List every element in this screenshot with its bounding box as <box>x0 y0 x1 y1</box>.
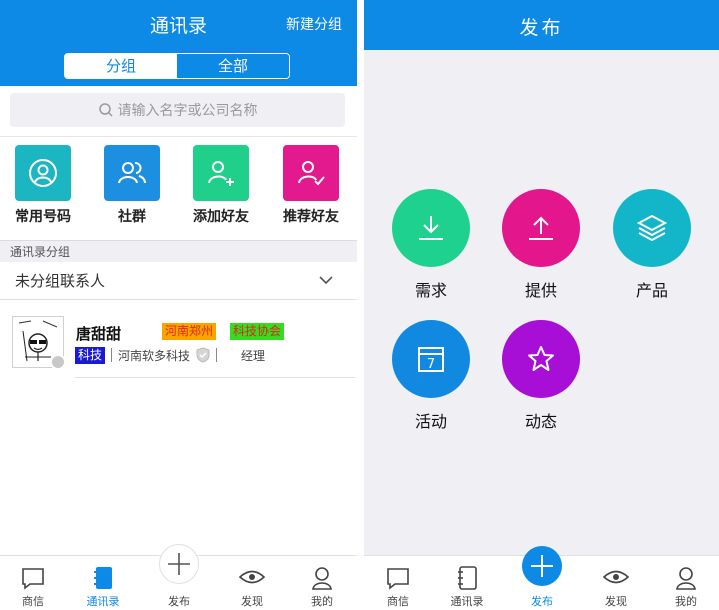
chevron-down-icon <box>319 276 333 285</box>
calendar-day: 7 <box>427 357 435 372</box>
contacts-book-icon <box>458 566 477 590</box>
tab-discover[interactable]: 发现 <box>586 556 646 610</box>
quick-action-label: 添加好友 <box>193 209 249 225</box>
layers-icon <box>613 189 691 267</box>
divider <box>111 348 112 362</box>
tab-label: 我的 <box>675 595 697 608</box>
contacts-header: 通讯录 新建分组 分组 全部 <box>0 0 357 86</box>
tab-label: 通讯录 <box>450 595 484 608</box>
contacts-screen: 通讯录 新建分组 分组 全部 请输入名字或公司名称 常用号码 社群 添加好友 推… <box>0 0 357 610</box>
plus-icon <box>522 546 562 586</box>
publish-product-button[interactable]: 产品 <box>612 189 692 301</box>
quick-action-recommend-friend[interactable]: 推荐好友 <box>271 145 351 226</box>
tab-messages[interactable]: 商信 <box>368 556 428 610</box>
message-icon <box>387 568 409 590</box>
tab-all[interactable]: 全部 <box>177 54 289 78</box>
shield-icon <box>196 347 210 363</box>
tab-publish[interactable]: 发布 <box>149 544 209 610</box>
tab-me[interactable]: 我的 <box>656 556 716 610</box>
tab-label: 发布 <box>168 595 190 608</box>
tab-me[interactable]: 我的 <box>292 556 352 610</box>
search-bar: 请输入名字或公司名称 <box>0 86 357 136</box>
search-input[interactable]: 请输入名字或公司名称 <box>10 93 345 127</box>
calendar-icon: 7 <box>392 320 470 398</box>
quick-action-community[interactable]: 社群 <box>92 145 172 226</box>
tab-label: 发现 <box>605 595 627 608</box>
publish-post-button[interactable]: 动态 <box>501 320 581 432</box>
contacts-book-icon <box>94 567 112 589</box>
quick-actions: 常用号码 社群 添加好友 推荐好友 <box>0 136 357 240</box>
publish-label: 活动 <box>414 412 447 431</box>
publish-demand-button[interactable]: 需求 <box>391 189 471 301</box>
eye-icon <box>239 570 265 584</box>
quick-action-add-friend[interactable]: 添加好友 <box>181 145 261 226</box>
user-circle-icon <box>15 145 71 201</box>
divider <box>216 348 217 362</box>
publish-label: 动态 <box>524 412 557 431</box>
page-title: 发布 <box>519 17 564 39</box>
tab-messages[interactable]: 商信 <box>3 556 63 610</box>
tab-label: 我的 <box>311 595 333 608</box>
avatar <box>12 316 66 370</box>
eye-icon <box>603 570 629 584</box>
quick-action-label: 常用号码 <box>15 209 71 225</box>
organization-tag: 科技协会 <box>230 323 285 340</box>
tab-label: 商信 <box>387 595 409 608</box>
add-user-icon <box>193 145 249 201</box>
tab-label: 发布 <box>531 595 553 608</box>
publish-supply-button[interactable]: 提供 <box>501 189 581 301</box>
tab-label: 商信 <box>22 595 44 608</box>
list-item[interactable]: 唐甜甜 河南郑州 科技协会 科技 河南软多科技 经理 <box>0 300 357 378</box>
publish-header: 发布 <box>364 0 719 50</box>
publish-label: 产品 <box>635 281 668 300</box>
new-group-button[interactable]: 新建分组 <box>286 14 342 34</box>
group-row-ungrouped[interactable]: 未分组联系人 <box>0 262 357 300</box>
tab-contacts[interactable]: 通讯录 <box>73 556 133 610</box>
screen-divider <box>357 0 364 610</box>
publish-label: 需求 <box>414 281 447 300</box>
publish-label: 提供 <box>524 281 557 300</box>
tab-label: 通讯录 <box>86 595 120 608</box>
quick-action-label: 社群 <box>118 209 146 225</box>
group-label: 未分组联系人 <box>15 272 106 290</box>
star-icon <box>502 320 580 398</box>
person-icon <box>312 567 332 590</box>
person-icon <box>676 567 696 590</box>
quick-action-label: 推荐好友 <box>283 209 339 225</box>
search-placeholder: 请输入名字或公司名称 <box>117 103 258 119</box>
contact-company: 河南软多科技 <box>118 349 191 363</box>
publish-screen: 发布 需求 提供 产品 7 活动 动态 商信 通讯录 发布 发现 我的 <box>364 0 719 610</box>
group-icon <box>104 145 160 201</box>
quick-action-common-numbers[interactable]: 常用号码 <box>3 145 83 226</box>
industry-tag: 科技 <box>75 347 106 364</box>
tab-label: 发现 <box>241 595 263 608</box>
tab-contacts[interactable]: 通讯录 <box>437 556 497 610</box>
bottom-tab-bar: 商信 通讯录 发布 发现 我的 <box>364 546 719 610</box>
divider <box>75 377 355 378</box>
location-tag: 河南郑州 <box>162 323 217 340</box>
message-icon <box>22 568 44 590</box>
plus-icon <box>159 544 199 584</box>
publish-event-button[interactable]: 7 活动 <box>391 320 471 432</box>
tab-groups[interactable]: 分组 <box>65 54 177 78</box>
contact-role: 经理 <box>241 349 266 363</box>
search-icon <box>98 103 113 117</box>
tab-publish[interactable]: 发布 <box>512 546 572 610</box>
contact-name: 唐甜甜 <box>76 325 122 343</box>
bottom-tab-bar: 商信 通讯录 发布 发现 我的 <box>0 544 357 610</box>
section-header: 通讯录分组 <box>0 240 357 262</box>
upload-icon <box>502 189 580 267</box>
tab-discover[interactable]: 发现 <box>222 556 282 610</box>
verified-badge-icon <box>50 354 66 370</box>
download-icon <box>392 189 470 267</box>
segmented-control: 分组 全部 <box>64 53 290 79</box>
recommend-user-icon <box>283 145 339 201</box>
